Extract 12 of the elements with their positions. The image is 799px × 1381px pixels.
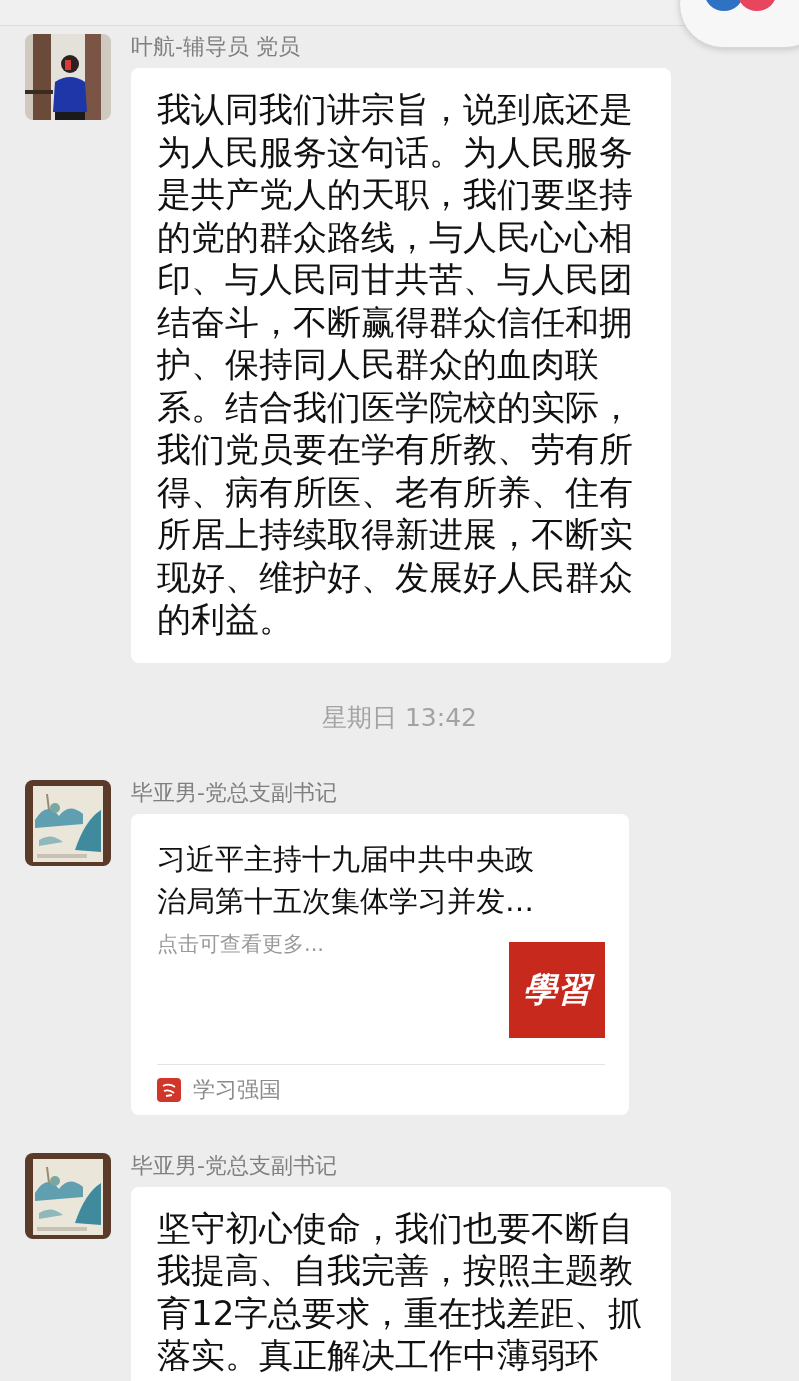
sender-name: 叶航-辅导员 党员	[131, 34, 301, 60]
card-title: 习近平主持十九届中共中央政 治局第十五次集体学习并发…	[157, 840, 535, 920]
app-logo-icon	[157, 1077, 181, 1102]
card-description: 点击可查看更多...	[157, 930, 325, 958]
message-bubble[interactable]: 我认同我们讲宗旨，说到底还是 为人民服务这句话。为人民服务 是共产党人的天职，我们要坚持 的党的群众路线，与人民心心相 印、与人民同甘共苦、与人民团 结奋斗，不断赢得群众信任和拥 护、保持同人民群众的血肉联 系。结合我们医学院校的实际， 我们党员要在学有所教、劳有所 得、病有所医、老有所养、住有 所居上持续取得新进展，不断实 现好、维护好、发展好人民群众 的利益。	[131, 68, 671, 663]
sender-name: 毕亚男-党总支副书记	[131, 779, 338, 806]
timestamp: 星期日 13:42	[322, 701, 477, 734]
link-card[interactable]: 习近平主持十九届中共中央政 治局第十五次集体学习并发… 点击可查看更多... 學習 学习强国	[131, 813, 629, 1115]
sender-name: 毕亚男-党总支副书记	[131, 1152, 338, 1179]
message-bubble[interactable]: 坚守初心使命，我们也要不断自 我提高、自我完善，按照主题教 育12字总要求，重在找差距、抓 落实。真正解决工作中薄弱环	[131, 1186, 671, 1381]
source-name: 学习强国	[193, 1075, 281, 1104]
thumbnail-logo: 學習	[509, 941, 605, 1038]
